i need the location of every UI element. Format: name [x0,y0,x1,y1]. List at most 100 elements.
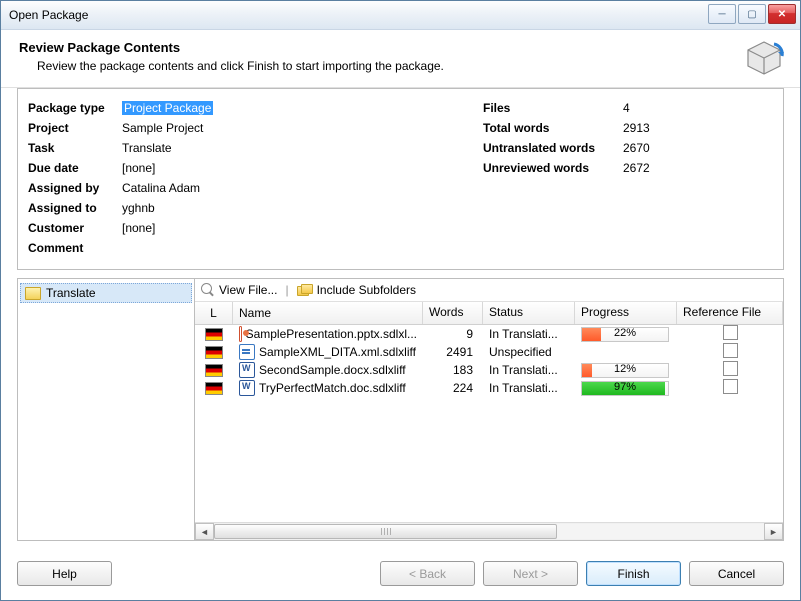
col-words[interactable]: Words [423,302,483,324]
col-name[interactable]: Name [233,302,423,324]
info-panel: Package typeProject PackageProjectSample… [17,88,784,270]
info-row: Unreviewed words2672 [483,159,773,177]
info-row: ProjectSample Project [28,119,483,137]
info-row: Comment [28,239,483,257]
flag-icon [205,382,223,395]
cell-name: TryPerfectMatch.doc.sdlxliff [233,379,423,397]
horizontal-scrollbar[interactable]: ◄ ► [195,522,783,540]
flag-icon [205,364,223,377]
file-name: SecondSample.docx.sdlxliff [259,363,406,377]
info-label: Files [483,101,623,115]
file-name: TryPerfectMatch.doc.sdlxliff [259,381,406,395]
progress-text: 22% [582,327,668,339]
cell-progress: 97% [575,379,677,396]
cell-reference [677,360,783,380]
table-row[interactable]: TryPerfectMatch.doc.sdlxliff 224In Transl… [195,379,783,397]
cell-status: In Translati... [483,380,575,396]
file-icon [239,380,255,396]
info-value: Translate [122,141,172,155]
col-lang[interactable]: L [195,302,233,324]
subfolders-icon [297,284,313,296]
content: Package typeProject PackageProjectSample… [1,88,800,551]
progress-bar: 12% [581,363,669,378]
package-icon [744,38,784,78]
cell-reference [677,342,783,362]
info-value: Catalina Adam [122,181,200,195]
file-list-panel: View File... | Include Subfolders L Name… [195,278,784,541]
scroll-left-arrow[interactable]: ◄ [195,523,214,540]
info-label: Project [28,121,122,135]
page-title: Review Package Contents [19,40,782,55]
cell-reference [677,378,783,398]
folder-icon [25,287,41,300]
tree-panel: Translate [17,278,195,541]
view-file-button[interactable]: View File... [201,283,277,297]
help-button[interactable]: Help [17,561,112,586]
grid-rows: SamplePresentation.pptx.sdlxl...9In Tran… [195,325,783,397]
include-subfolders-button[interactable]: Include Subfolders [297,283,416,297]
progress-bar: 97% [581,381,669,396]
close-button[interactable]: ✕ [768,4,796,24]
minimize-button[interactable]: ─ [708,4,736,24]
back-button[interactable]: < Back [380,561,475,586]
reference-checkbox[interactable] [723,361,738,376]
info-label: Unreviewed words [483,161,623,175]
grid-header: L Name Words Status Progress Reference F… [195,302,783,325]
scroll-thumb[interactable] [214,524,557,539]
info-label: Customer [28,221,122,235]
file-icon [239,344,255,360]
table-row[interactable]: SamplePresentation.pptx.sdlxl... 9In Tran… [195,325,783,343]
scroll-right-arrow[interactable]: ► [764,523,783,540]
info-value: yghnb [122,201,155,215]
cancel-button[interactable]: Cancel [689,561,784,586]
table-row[interactable]: SecondSample.docx.sdlxliff183In Translat… [195,361,783,379]
progress-bar: 22% [581,327,669,342]
info-label: Assigned by [28,181,122,195]
info-right-col: Files4Total words2913Untranslated words2… [483,97,773,259]
flag-icon [205,346,223,359]
info-value: Project Package [122,101,213,115]
file-icon [239,326,242,342]
cell-name: SamplePresentation.pptx.sdlxl... [233,325,423,343]
scroll-track[interactable] [214,524,764,539]
col-progress[interactable]: Progress [575,302,677,324]
next-button[interactable]: Next > [483,561,578,586]
cell-reference [677,324,783,344]
info-value: Sample Project [122,121,203,135]
cell-words: 2491 [423,344,483,360]
progress-text: 12% [582,363,668,375]
info-row: Untranslated words2670 [483,139,773,157]
info-value: 2913 [623,121,650,135]
file-name: SampleXML_DITA.xml.sdlxliff [259,345,416,359]
cell-words: 9 [423,326,483,342]
lower-panel: Translate View File... | Include Subfold… [17,278,784,541]
cell-status: In Translati... [483,362,575,378]
tree-item-translate[interactable]: Translate [20,283,192,303]
info-label: Assigned to [28,201,122,215]
reference-checkbox[interactable] [723,325,738,340]
info-row: Due date[none] [28,159,483,177]
cell-lang [195,363,233,378]
page-subtitle: Review the package contents and click Fi… [37,59,782,73]
file-icon [239,362,255,378]
cell-name: SecondSample.docx.sdlxliff [233,361,423,379]
col-reference[interactable]: Reference File [677,302,783,324]
finish-button[interactable]: Finish [586,561,681,586]
progress-text: 97% [582,381,668,393]
info-value: [none] [122,161,155,175]
cell-status: In Translati... [483,326,575,342]
cell-lang [195,345,233,360]
table-row[interactable]: SampleXML_DITA.xml.sdlxliff2491Unspecifi… [195,343,783,361]
reference-checkbox[interactable] [723,379,738,394]
reference-checkbox[interactable] [723,343,738,358]
col-status[interactable]: Status [483,302,575,324]
titlebar: Open Package ─ ▢ ✕ [1,1,800,30]
window-buttons: ─ ▢ ✕ [708,4,796,24]
file-name: SamplePresentation.pptx.sdlxl... [246,327,417,341]
window-title: Open Package [9,8,88,22]
maximize-button[interactable]: ▢ [738,4,766,24]
cell-words: 224 [423,380,483,396]
info-row: Assigned toyghnb [28,199,483,217]
cell-name: SampleXML_DITA.xml.sdlxliff [233,343,423,361]
info-value: 2672 [623,161,650,175]
